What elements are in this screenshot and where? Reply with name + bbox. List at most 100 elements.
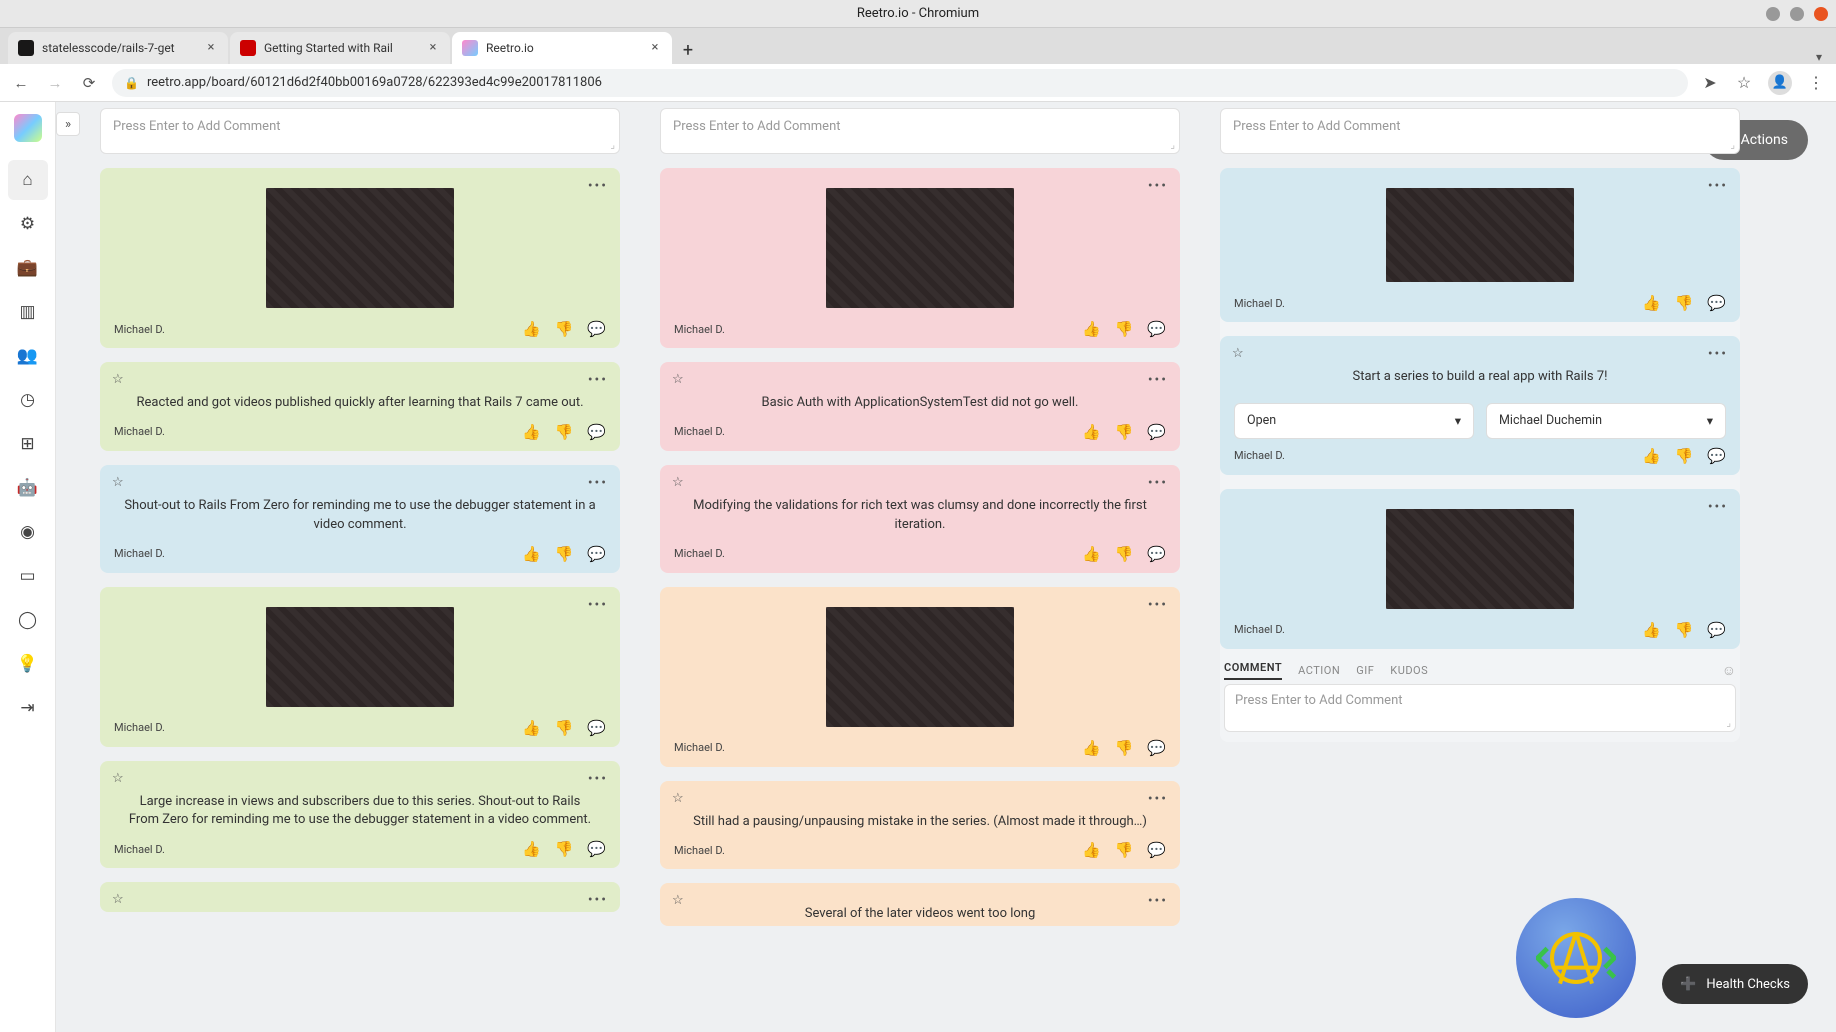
comment-input[interactable]: Press Enter to Add Comment ⌟: [100, 108, 620, 154]
thumbs-down-icon[interactable]: 👎: [1675, 294, 1694, 312]
briefcase-icon[interactable]: 💼: [8, 248, 48, 288]
gear-icon[interactable]: ⚙: [8, 204, 48, 244]
thumbs-up-icon[interactable]: 👍: [1082, 320, 1101, 338]
composer-tab-gif[interactable]: GIF: [1356, 664, 1374, 677]
window-minimize-button[interactable]: [1766, 7, 1780, 21]
retro-card[interactable]: ••• Michael D. 👍 👎 💬: [1220, 168, 1740, 322]
health-checks-button[interactable]: ➕ Health Checks: [1662, 964, 1808, 1004]
close-icon[interactable]: ×: [426, 41, 440, 55]
card-menu-icon[interactable]: •••: [1148, 372, 1168, 388]
back-button[interactable]: ←: [10, 72, 32, 94]
home-icon[interactable]: ⌂: [8, 160, 48, 200]
comment-icon[interactable]: 💬: [1147, 739, 1166, 757]
thumbs-down-icon[interactable]: 👎: [1115, 841, 1134, 859]
retro-action-card[interactable]: ☆ ••• Start a series to build a real app…: [1220, 336, 1740, 475]
retro-card[interactable]: ☆ ••• Shout-out to Rails From Zero for r…: [100, 465, 620, 573]
retro-card[interactable]: ••• Michael D. 👍 👎 💬: [1220, 489, 1740, 649]
thumbs-down-icon[interactable]: 👎: [555, 423, 574, 441]
retro-card[interactable]: ••• Michael D. 👍 👎 💬: [660, 168, 1180, 348]
thumbs-up-icon[interactable]: 👍: [1082, 739, 1101, 757]
resize-handle-icon[interactable]: ⌟: [1730, 140, 1735, 151]
assignee-select[interactable]: Michael Duchemin ▾: [1486, 403, 1726, 439]
card-menu-icon[interactable]: •••: [588, 475, 608, 491]
star-icon[interactable]: ☆: [672, 372, 684, 387]
thumbs-up-icon[interactable]: 👍: [522, 320, 541, 338]
new-tab-button[interactable]: +: [674, 36, 702, 64]
star-icon[interactable]: ☆: [672, 791, 684, 806]
comment-icon[interactable]: 💬: [1147, 423, 1166, 441]
thumbs-down-icon[interactable]: 👎: [1115, 423, 1134, 441]
comment-icon[interactable]: 💬: [1707, 447, 1726, 465]
grid-add-icon[interactable]: ⊞: [8, 424, 48, 464]
thumbs-up-icon[interactable]: 👍: [1642, 621, 1661, 639]
activity-icon[interactable]: ◷: [8, 380, 48, 420]
thumbs-down-icon[interactable]: 👎: [1115, 739, 1134, 757]
logout-icon[interactable]: ⇥: [8, 688, 48, 728]
brand-fab[interactable]: [1516, 898, 1636, 1018]
close-icon[interactable]: ×: [648, 41, 662, 55]
comment-icon[interactable]: 💬: [587, 545, 606, 563]
retro-card[interactable]: ••• Michael D. 👍 👎 💬: [100, 168, 620, 348]
retro-card[interactable]: ☆ ••• Modifying the validations for rich…: [660, 465, 1180, 573]
send-icon[interactable]: ➤: [1700, 73, 1720, 93]
thumbs-up-icon[interactable]: 👍: [1082, 841, 1101, 859]
team-icon[interactable]: 👥: [8, 336, 48, 376]
emoji-icon[interactable]: ☺: [1722, 662, 1736, 679]
card-menu-icon[interactable]: •••: [1148, 893, 1168, 909]
thumbs-up-icon[interactable]: 👍: [522, 423, 541, 441]
idea-icon[interactable]: 💡: [8, 644, 48, 684]
comment-icon[interactable]: 💬: [587, 840, 606, 858]
composer-tab-comment[interactable]: COMMENT: [1224, 661, 1282, 680]
comment-icon[interactable]: 💬: [1707, 294, 1726, 312]
star-icon[interactable]: ☆: [672, 475, 684, 490]
tabs-overflow-button[interactable]: ▾: [1816, 50, 1822, 64]
profile-avatar[interactable]: 👤: [1768, 71, 1792, 95]
card-menu-icon[interactable]: •••: [1148, 475, 1168, 491]
card-menu-icon[interactable]: •••: [588, 771, 608, 787]
thumbs-down-icon[interactable]: 👎: [555, 320, 574, 338]
thumbs-down-icon[interactable]: 👎: [555, 840, 574, 858]
comment-icon[interactable]: 💬: [1147, 320, 1166, 338]
thumbs-up-icon[interactable]: 👍: [1082, 545, 1101, 563]
card-menu-icon[interactable]: •••: [1708, 178, 1728, 194]
columns-icon[interactable]: ▥: [8, 292, 48, 332]
resize-handle-icon[interactable]: ⌟: [1726, 718, 1731, 729]
reload-button[interactable]: ⟳: [78, 72, 100, 94]
card-menu-icon[interactable]: •••: [1708, 346, 1728, 362]
robot-icon[interactable]: 🤖: [8, 468, 48, 508]
card-menu-icon[interactable]: •••: [588, 597, 608, 613]
thumbs-down-icon[interactable]: 👎: [1675, 447, 1694, 465]
retro-card[interactable]: ☆ ••• Still had a pausing/unpausing mist…: [660, 781, 1180, 870]
star-icon[interactable]: ☆: [112, 892, 124, 907]
retro-card[interactable]: ••• Michael D. 👍 👎 💬: [660, 587, 1180, 767]
thumbs-up-icon[interactable]: 👍: [1082, 423, 1101, 441]
composer-input[interactable]: Press Enter to Add Comment ⌟: [1224, 684, 1736, 732]
comment-input[interactable]: Press Enter to Add Comment ⌟: [660, 108, 1180, 154]
reetro-logo[interactable]: [14, 114, 42, 142]
comment-input[interactable]: Press Enter to Add Comment ⌟: [1220, 108, 1740, 154]
resize-handle-icon[interactable]: ⌟: [610, 140, 615, 151]
thumbs-down-icon[interactable]: 👎: [1115, 545, 1134, 563]
comment-icon[interactable]: 💬: [1707, 621, 1726, 639]
bookmark-icon[interactable]: ☆: [1734, 73, 1754, 93]
thumbs-up-icon[interactable]: 👍: [1642, 294, 1661, 312]
browser-tab-active[interactable]: Reetro.io ×: [452, 32, 672, 64]
browser-tab[interactable]: statelesscode/rails-7-get ×: [8, 32, 228, 64]
browser-tab[interactable]: Getting Started with Rail ×: [230, 32, 450, 64]
resize-handle-icon[interactable]: ⌟: [1170, 140, 1175, 151]
forward-button[interactable]: →: [44, 72, 66, 94]
comment-icon[interactable]: 💬: [1147, 841, 1166, 859]
retro-card[interactable]: ••• Michael D. 👍 👎 💬: [100, 587, 620, 747]
thumbs-down-icon[interactable]: 👎: [555, 719, 574, 737]
retro-card-partial[interactable]: ☆ •••: [100, 882, 620, 912]
thumbs-up-icon[interactable]: 👍: [522, 545, 541, 563]
thumbs-up-icon[interactable]: 👍: [522, 840, 541, 858]
comment-icon[interactable]: 💬: [587, 719, 606, 737]
sidebar-collapse-button[interactable]: »: [56, 112, 80, 136]
thumbs-down-icon[interactable]: 👎: [1675, 621, 1694, 639]
address-bar[interactable]: 🔒 reetro.app/board/60121d6d2f40bb00169a0…: [112, 69, 1688, 97]
retro-card[interactable]: ☆ ••• Large increase in views and subscr…: [100, 761, 620, 869]
card-menu-icon[interactable]: •••: [1148, 597, 1168, 613]
compass-icon[interactable]: ◉: [8, 512, 48, 552]
star-icon[interactable]: ☆: [672, 893, 684, 908]
